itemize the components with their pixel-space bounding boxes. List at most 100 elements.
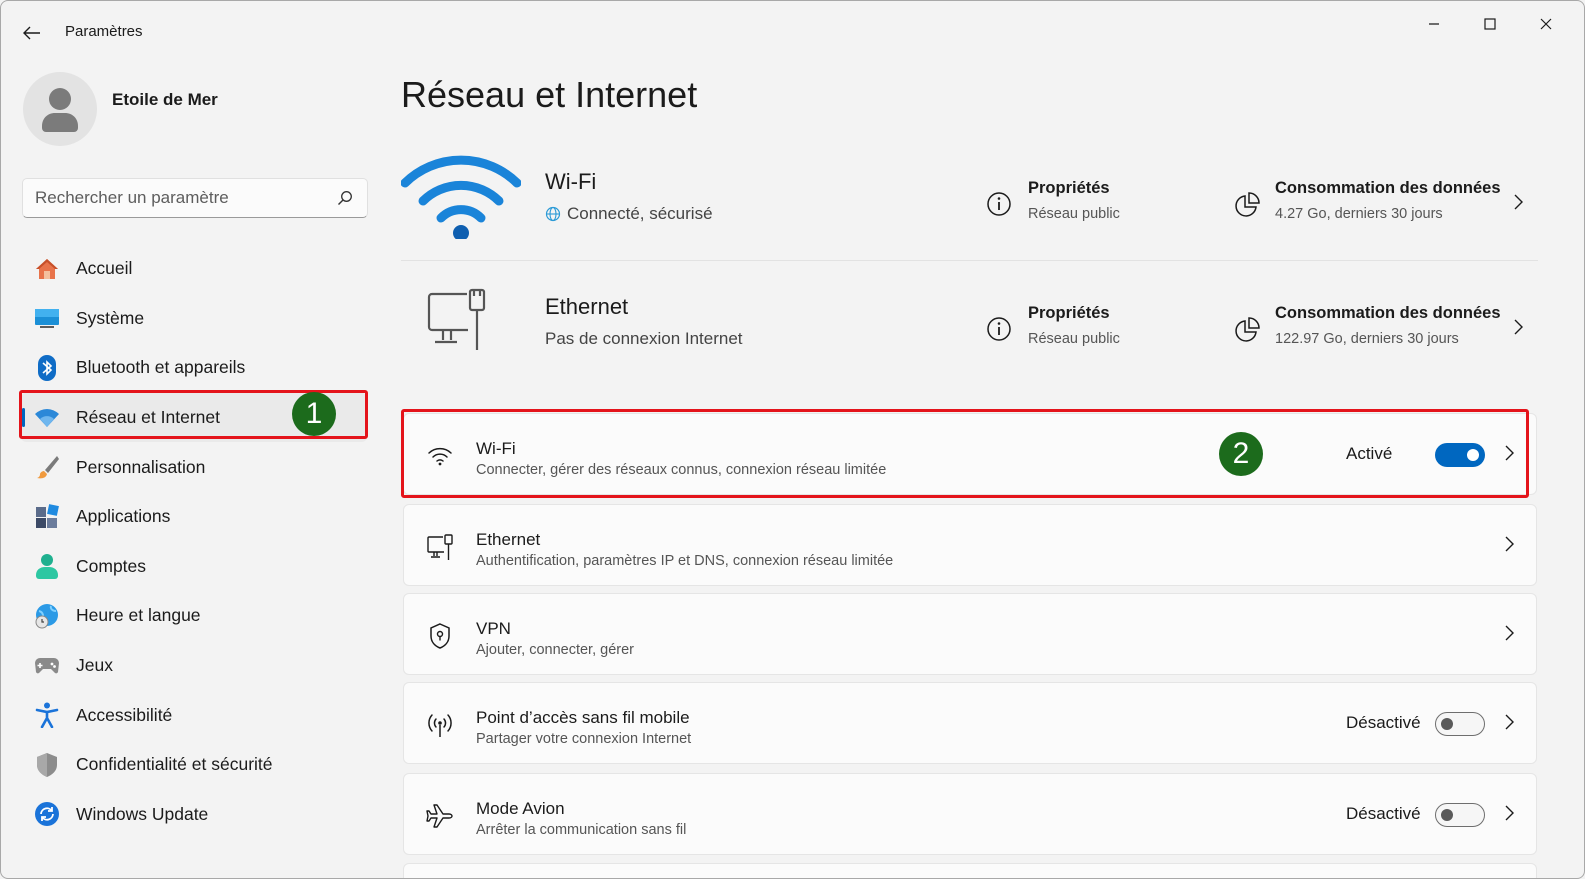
sidebar-item-label: Comptes bbox=[76, 555, 147, 576]
sidebar-item-label: Windows Update bbox=[76, 803, 209, 824]
toggle-knob bbox=[1441, 717, 1453, 730]
chevron-right-icon bbox=[1505, 536, 1514, 552]
close-button[interactable] bbox=[1523, 9, 1569, 39]
wifi-connection-status-text: Connecté, sécurisé bbox=[567, 204, 713, 223]
chevron-right-icon bbox=[1505, 805, 1514, 821]
bluetooth-icon bbox=[34, 354, 60, 381]
ethernet-connection-status: Pas de connexion Internet bbox=[545, 329, 743, 348]
sidebar-item-comptes[interactable]: Comptes bbox=[21, 542, 367, 592]
chevron-right-icon[interactable] bbox=[1513, 319, 1523, 335]
sidebar-item-applications[interactable]: Applications bbox=[21, 492, 367, 542]
search-box[interactable] bbox=[22, 178, 368, 218]
card-title: Point d’accès sans fil mobile bbox=[476, 708, 690, 727]
wifi-large-icon bbox=[401, 155, 521, 239]
globe-icon bbox=[545, 206, 561, 222]
maximize-button[interactable] bbox=[1467, 9, 1513, 39]
sidebar-item-label: Heure et langue bbox=[76, 605, 201, 626]
sidebar-item-label: Confidentialité et sécurité bbox=[76, 754, 273, 775]
page-title: Réseau et Internet bbox=[401, 74, 698, 115]
pie-chart-icon bbox=[1235, 317, 1260, 342]
wifi-connection-status: Connecté, sécurisé bbox=[545, 204, 713, 224]
sidebar-item-bluetooth[interactable]: Bluetooth et appareils bbox=[21, 343, 367, 393]
sidebar-item-heure-langue[interactable]: Heure et langue bbox=[21, 591, 367, 641]
user-name: Etoile de Mer bbox=[112, 90, 218, 109]
sidebar-item-label: Jeux bbox=[76, 655, 113, 676]
sidebar-item-personnalisation[interactable]: Personnalisation bbox=[21, 442, 367, 492]
card-title: VPN bbox=[476, 619, 511, 638]
ethernet-large-icon bbox=[427, 288, 486, 350]
sidebar-item-accessibilite[interactable]: Accessibilité bbox=[21, 690, 367, 740]
sidebar-item-accueil[interactable]: Accueil bbox=[21, 244, 367, 294]
pie-chart-icon bbox=[1235, 192, 1260, 217]
ethernet-properties-title: Propriétés bbox=[1028, 304, 1110, 322]
sidebar-item-label: Accessibilité bbox=[76, 704, 173, 725]
ethernet-settings-card[interactable]: Ethernet Authentification, paramètres IP… bbox=[403, 504, 1537, 586]
toggle-knob bbox=[1441, 808, 1453, 821]
airplane-mode-card[interactable]: Mode Avion Arrêter la communication sans… bbox=[403, 773, 1537, 855]
sidebar-nav: Accueil Système Bluetooth et appareils R… bbox=[21, 244, 367, 839]
ethernet-icon bbox=[426, 533, 454, 561]
airplane-toggle[interactable] bbox=[1435, 803, 1485, 827]
home-icon bbox=[34, 256, 60, 282]
shield-icon bbox=[34, 752, 60, 778]
vpn-shield-icon bbox=[426, 622, 454, 650]
next-settings-card[interactable] bbox=[403, 863, 1537, 878]
ethernet-properties-sub: Réseau public bbox=[1028, 331, 1120, 347]
card-subtitle: Arrêter la communication sans fil bbox=[476, 822, 687, 838]
wifi-properties-title: Propriétés bbox=[1028, 179, 1110, 197]
update-icon bbox=[34, 801, 60, 827]
info-icon bbox=[987, 192, 1011, 216]
sidebar-item-label: Système bbox=[76, 307, 145, 328]
wifi-connection-summary: Wi-Fi Connecté, sécurisé Propriétés Rése… bbox=[401, 141, 1538, 261]
gamepad-icon bbox=[34, 653, 60, 679]
back-button[interactable] bbox=[19, 21, 45, 45]
minimize-icon bbox=[1429, 23, 1439, 25]
vpn-settings-card[interactable]: VPN Ajouter, connecter, gérer bbox=[403, 593, 1537, 675]
person-avatar-icon bbox=[42, 88, 78, 132]
sidebar-item-label: Accueil bbox=[76, 258, 133, 279]
card-title: Mode Avion bbox=[476, 799, 565, 818]
ethernet-data-usage-title: Consommation des données bbox=[1275, 304, 1501, 322]
card-subtitle: Authentification, paramètres IP et DNS, … bbox=[476, 553, 894, 569]
airplane-toggle-state: Désactivé bbox=[1346, 804, 1421, 823]
step-badge-1: 1 bbox=[292, 392, 336, 436]
card-subtitle: Ajouter, connecter, gérer bbox=[476, 642, 634, 658]
arrow-left-icon bbox=[23, 26, 40, 40]
airplane-icon bbox=[426, 802, 454, 830]
info-icon bbox=[987, 317, 1011, 341]
minimize-button[interactable] bbox=[1411, 9, 1457, 39]
wifi-connection-name: Wi-Fi bbox=[545, 169, 597, 194]
title-bar: Paramètres bbox=[1, 1, 1584, 63]
search-input[interactable] bbox=[35, 187, 325, 209]
card-title: Ethernet bbox=[476, 530, 541, 549]
sidebar-item-label: Bluetooth et appareils bbox=[76, 357, 246, 378]
sidebar-item-label: Applications bbox=[76, 506, 171, 527]
highlight-box-wifi-card bbox=[401, 409, 1529, 498]
accessibility-icon bbox=[34, 702, 60, 729]
wifi-data-usage-sub: 4.27 Go, derniers 30 jours bbox=[1275, 206, 1443, 222]
hotspot-settings-card[interactable]: Point d’accès sans fil mobile Partager v… bbox=[403, 682, 1537, 764]
chevron-right-icon[interactable] bbox=[1513, 194, 1523, 210]
ethernet-connection-summary: Ethernet Pas de connexion Internet Propr… bbox=[401, 266, 1538, 386]
hotspot-toggle-state: Désactivé bbox=[1346, 713, 1421, 732]
settings-window: Paramètres Etoile de Mer Accueil bbox=[0, 0, 1585, 879]
hotspot-icon bbox=[426, 711, 454, 739]
ethernet-connection-name: Ethernet bbox=[545, 294, 629, 319]
hotspot-toggle[interactable] bbox=[1435, 712, 1485, 736]
card-subtitle: Partager votre connexion Internet bbox=[476, 731, 692, 747]
sidebar-item-windows-update[interactable]: Windows Update bbox=[21, 790, 367, 840]
search-icon[interactable] bbox=[337, 190, 353, 206]
paintbrush-icon bbox=[34, 454, 60, 480]
sidebar-item-jeux[interactable]: Jeux bbox=[21, 641, 367, 691]
avatar[interactable] bbox=[23, 72, 97, 146]
globe-clock-icon bbox=[34, 603, 60, 629]
chevron-right-icon bbox=[1505, 625, 1514, 641]
system-display-icon bbox=[34, 305, 60, 331]
sidebar-item-confidentialite[interactable]: Confidentialité et sécurité bbox=[21, 740, 367, 790]
account-icon bbox=[34, 553, 60, 580]
sidebar-item-label: Personnalisation bbox=[76, 456, 206, 477]
sidebar-item-systeme[interactable]: Système bbox=[21, 294, 367, 344]
window-title: Paramètres bbox=[65, 23, 143, 40]
close-icon bbox=[1540, 18, 1552, 30]
step-badge-2: 2 bbox=[1219, 432, 1263, 476]
